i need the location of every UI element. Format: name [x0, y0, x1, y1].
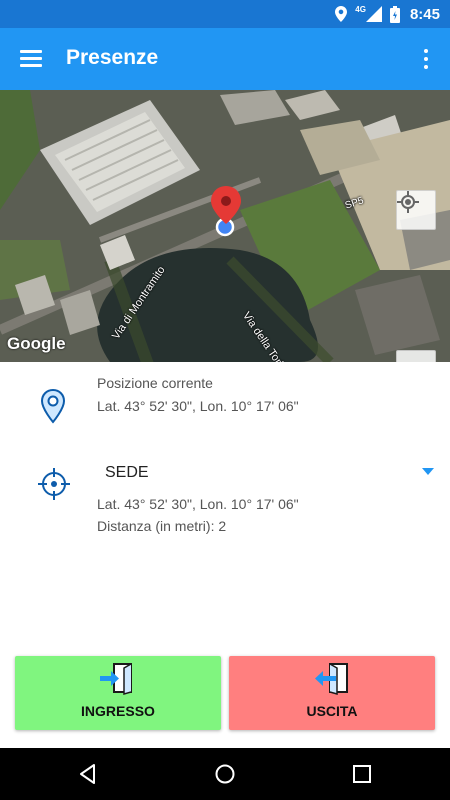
my-location-icon [397, 191, 419, 213]
recents-icon[interactable] [350, 762, 374, 786]
map-view[interactable]: Via di Montramito Via della Torbiera SP5… [0, 90, 450, 362]
zoom-in-button[interactable]: + [396, 350, 436, 362]
dropdown-arrow-icon [422, 468, 434, 475]
crosshair-target-icon [38, 468, 70, 500]
more-vert-icon[interactable] [422, 48, 430, 70]
uscita-label: USCITA [306, 703, 358, 719]
app-bar: Presenze [0, 28, 450, 90]
site-distance: Distanza (in metri): 2 [97, 518, 227, 534]
ingresso-button[interactable]: INGRESSO [15, 656, 221, 730]
site-coords: Lat. 43° 52' 30", Lon. 10° 17' 06" [97, 496, 299, 512]
battery-icon [389, 5, 400, 23]
location-icon [335, 6, 348, 22]
ingresso-label: INGRESSO [81, 703, 155, 719]
site-dropdown[interactable]: SEDE [96, 456, 440, 488]
network-type-label: 4G [355, 4, 366, 14]
site-dropdown-value: SEDE [105, 464, 149, 481]
door-exit-icon [315, 663, 348, 695]
home-icon[interactable] [213, 762, 237, 786]
my-location-button[interactable] [396, 190, 436, 230]
uscita-button[interactable]: USCITA [229, 656, 435, 730]
current-position-coords: Lat. 43° 52' 30", Lon. 10° 17' 06" [97, 398, 299, 414]
back-icon[interactable] [76, 762, 100, 786]
page-title: Presenze [66, 46, 159, 69]
menu-icon[interactable] [20, 50, 42, 68]
status-time: 8:45 [409, 5, 440, 23]
door-enter-icon [100, 663, 132, 695]
navigation-bar [0, 748, 450, 800]
status-icons: 4G 8:45 [335, 4, 440, 24]
location-pin-icon [40, 388, 66, 424]
satellite-imagery [0, 90, 450, 362]
current-position-title: Posizione corrente [97, 375, 213, 391]
google-attribution: Google [7, 334, 66, 353]
status-bar: 4G 8:45 [0, 0, 450, 28]
signal-icon [365, 6, 382, 22]
